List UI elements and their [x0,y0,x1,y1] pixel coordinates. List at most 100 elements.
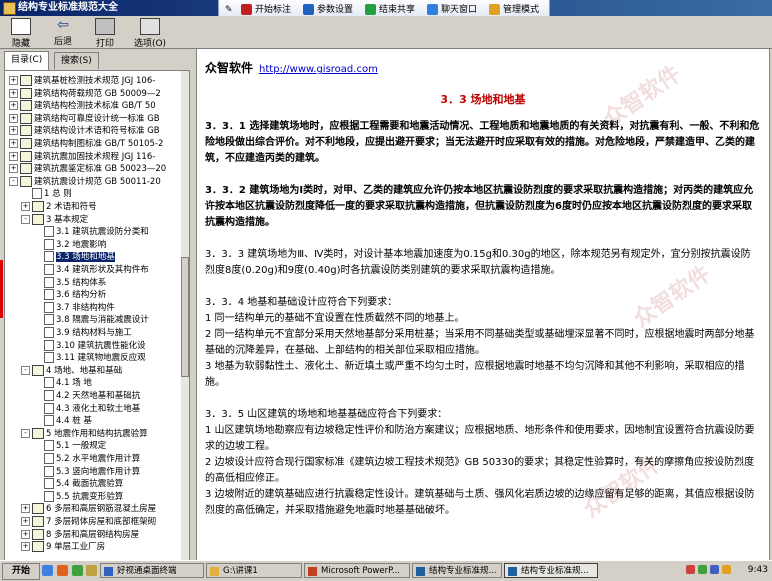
expand-icon[interactable]: + [9,151,18,161]
hide-button[interactable]: 隐藏 [4,17,38,49]
page-icon [44,226,54,238]
tab-search[interactable]: 搜索(S) [54,52,99,69]
paragraph: 1 山区建筑场地勘察应有边坡稳定性评价和防治方案建议；应根据地质、地形条件和使用… [205,425,755,452]
quicklaunch-app-icon[interactable] [72,565,83,576]
tree-item[interactable]: 5.3 竖向地震作用计算 [33,465,140,478]
taskbar-button[interactable]: 结构专业标准规... [504,563,598,578]
end-share-button[interactable]: 结束共享 [365,3,415,17]
chat-window-button[interactable]: 聊天窗口 [427,3,477,17]
tree-item[interactable]: 3.11 建筑物地震反应观 [33,352,146,364]
tree-item[interactable]: +9 单层工业厂房 [21,541,105,553]
tree-item[interactable]: - 建筑抗震设计规范 GB 50011-20 [9,175,161,188]
book-icon [20,138,32,149]
expand-icon[interactable]: + [21,504,30,514]
tray-icon[interactable] [698,565,707,574]
tray-icon[interactable] [686,565,695,574]
expand-icon[interactable]: + [9,88,18,98]
tree-item[interactable]: +7 多层砌体房屋和底部框架砌 [21,516,156,528]
task-app-icon [210,567,219,576]
tree-item[interactable]: 5.2 水平地震作用计算 [33,453,140,465]
tree-item[interactable]: 1 总 则 [21,188,72,200]
taskbar-button-label: 结构专业标准规... [521,566,589,576]
taskbar-button[interactable]: G:\讲课1 [206,563,302,578]
expand-icon[interactable]: + [9,76,18,85]
tree-item[interactable]: +6 多层和高层钢筋混凝土房屋 [21,503,156,515]
doc-header: 众智软件 http://www.gisroad.com [205,59,378,76]
tree-item[interactable]: + 建筑结构制图标准 GB/T 50105-2 [9,138,163,150]
expand-icon[interactable]: + [21,517,30,526]
tree-item[interactable]: + 建筑结构检测技术标准 GB/T 50 [9,100,156,112]
options-button[interactable]: 选项(O) [130,17,170,49]
tree-item[interactable]: 3.6 结构分析 [33,289,106,301]
scrollbar-thumb[interactable] [181,257,189,377]
tree-item[interactable]: 4.4 桩 基 [33,415,92,427]
expand-icon[interactable]: + [9,139,18,148]
tree-item-label: 3 基本规定 [46,214,89,225]
tree-item-label: 建筑结构检测技术标准 GB/T 50 [34,101,156,112]
start-button[interactable]: 开始 [2,563,40,580]
book-icon [32,427,44,439]
tree-item[interactable]: + 建筑抗震鉴定标准 GB 50023—20 [9,163,166,175]
collapse-icon[interactable]: - [21,428,30,438]
tree-item[interactable]: + 建筑抗震加固技术规程 JGJ 116- [9,150,155,163]
website-link[interactable]: http://www.gisroad.com [259,64,378,75]
tree-item-label: 3.2 地震影响 [56,239,107,250]
tree-item[interactable]: - 3 基本规定 [21,213,89,226]
quicklaunch-media-icon[interactable] [57,565,68,576]
tree-item[interactable]: 5.5 抗震变形验算 [33,490,123,503]
expand-icon[interactable]: + [9,101,18,111]
tree-item[interactable]: 3.9 结构材料与施工 [33,327,132,339]
tree-item[interactable]: + 建筑结构荷载规范 GB 50009—2 [9,87,161,100]
tree-item[interactable]: 4.1 场 地 [33,377,92,389]
taskbar-button[interactable]: 结构专业标准规... [412,563,502,578]
tree-item[interactable]: 5.1 一般规定 [33,440,106,452]
admin-mode-button[interactable]: 管理模式 [489,3,539,17]
page-icon [44,415,54,427]
pin-icon[interactable]: ✎ [225,3,233,17]
expand-icon[interactable]: + [21,529,30,539]
collapse-icon[interactable]: - [21,214,30,224]
tree-item[interactable]: - 4 场地、地基和基础 [21,364,122,377]
tray-icon[interactable] [710,565,719,574]
tree-item[interactable]: 3.7 非结构构件 [33,301,115,314]
quicklaunch-folder-icon[interactable] [86,565,97,576]
tree-item[interactable]: + 建筑基桩检测技术规范 JGJ 106- [9,75,155,87]
back-arrow-icon: ⇦ [57,17,69,33]
book-icon [20,75,32,86]
collapse-icon[interactable]: - [9,176,18,186]
expand-icon[interactable]: + [9,164,18,174]
settings-button[interactable]: 参数设置 [303,3,353,17]
expand-icon[interactable]: + [9,113,18,123]
page-icon [44,314,54,326]
expand-icon[interactable]: + [21,542,30,552]
tree-item[interactable]: +8 多层和高层钢结构房屋 [21,528,139,541]
tab-contents[interactable]: 目录(C) [4,51,50,70]
tree-item[interactable]: 5.4 截面抗震验算 [33,478,123,490]
quicklaunch-ie-icon[interactable] [42,565,53,576]
tree-item[interactable]: 3.8 隔震与消能减震设计 [33,314,149,326]
tree-item-label: 建筑结构可靠度设计统一标准 GB [34,113,160,124]
collapse-icon[interactable]: - [21,365,30,375]
tree-item[interactable]: +2 术语和符号 [21,201,97,213]
tree-item[interactable]: 3.5 结构体系 [33,276,106,289]
tree-item[interactable]: 3.4 建筑形状及其构件布 [33,264,149,276]
tray-icon[interactable] [722,565,731,574]
start-annotation-button[interactable]: 开始标注 [241,3,291,17]
tree-item-label: 建筑结构荷载规范 GB 50009—2 [34,88,161,99]
tree-item[interactable]: + 建筑结构可靠度设计统一标准 GB [9,112,160,125]
tree-item[interactable]: + 建筑结构设计术语和符号标准 GB [9,125,160,137]
tree-item[interactable]: - 5 地震作用和结构抗震验算 [21,427,148,440]
taskbar-button[interactable]: 好视通桌面终端 [100,563,204,578]
print-button[interactable]: 打印 [88,17,122,49]
taskbar-button[interactable]: Microsoft PowerP... [304,563,410,578]
tree-item[interactable]: 3.1 建筑抗震设防分类和 [33,226,149,238]
back-button[interactable]: ⇦ 后退 [46,17,80,48]
expand-icon[interactable]: + [9,126,18,136]
tree-scrollbar[interactable] [181,71,189,561]
tree-item[interactable]: 4.2 天然地基和基础抗 [33,390,140,402]
expand-icon[interactable]: + [21,202,30,211]
tree-item[interactable]: 4.3 液化土和软土地基 [33,402,140,415]
tree-item[interactable]: 3.2 地震影响 [33,238,107,251]
tree-item[interactable]: 3.10 建筑抗震性能化设 [33,339,146,352]
tree-item[interactable]: 3.3 场地和地基 [33,251,115,263]
